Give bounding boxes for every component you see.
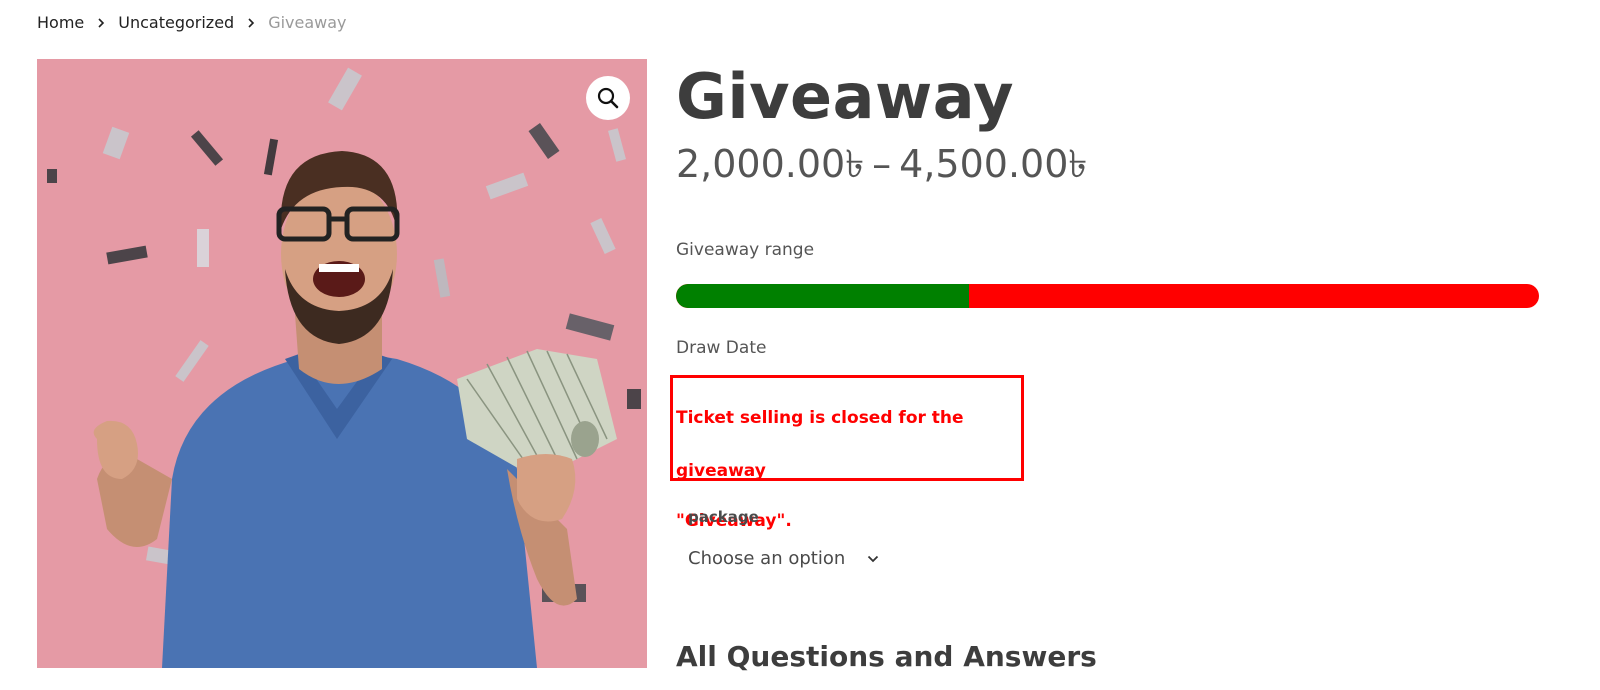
package-select-value: Choose an option [688, 548, 846, 569]
product-image[interactable] [37, 59, 647, 668]
chevron-right-icon [84, 13, 118, 32]
product-photo-illustration [37, 59, 647, 668]
breadcrumb-current: Giveaway [268, 12, 347, 32]
package-label: package [688, 508, 759, 526]
price-separator: – [872, 142, 892, 186]
draw-date-label: Draw Date [676, 338, 767, 358]
breadcrumb-home-link[interactable]: Home [37, 13, 84, 32]
closed-notice-line1: Ticket selling is closed for the giveawa… [676, 408, 964, 481]
price-min: 2,000.00৳ [676, 142, 865, 186]
breadcrumb: Home Uncategorized Giveaway [37, 11, 347, 33]
price-max: 4,500.00৳ [899, 142, 1088, 186]
product-summary: Giveaway 2,000.00৳ –4,500.00৳ Giveaway ra… [670, 58, 1546, 673]
giveaway-range-fill [676, 284, 970, 308]
qa-heading: All Questions and Answers [676, 640, 1097, 673]
giveaway-range-label: Giveaway range [676, 240, 815, 260]
price-range: 2,000.00৳ –4,500.00৳ [676, 140, 1546, 188]
magnifier-icon [597, 87, 619, 109]
package-select[interactable]: Choose an option [688, 548, 879, 569]
zoom-button[interactable] [586, 76, 630, 120]
giveaway-range-bar [676, 284, 1539, 308]
chevron-down-icon [867, 555, 879, 563]
closed-notice: Ticket selling is closed for the giveawa… [670, 375, 1024, 531]
chevron-right-icon [234, 13, 268, 32]
breadcrumb-category-link[interactable]: Uncategorized [118, 13, 234, 32]
product-title: Giveaway [676, 60, 1015, 133]
